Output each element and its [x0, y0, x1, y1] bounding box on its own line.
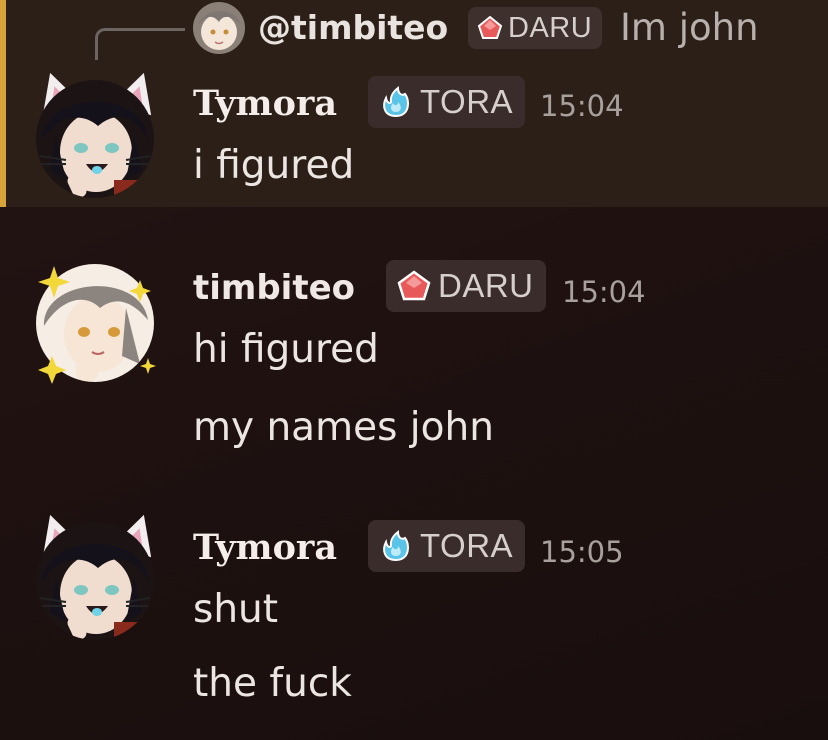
message-text-2a[interactable]: hi figured — [193, 324, 379, 376]
avatar-tymora[interactable] — [31, 66, 163, 200]
username-timbiteo[interactable]: timbiteo — [193, 264, 355, 312]
tag-label: DARU — [438, 267, 534, 304]
red-crystal-icon — [477, 15, 503, 39]
sparkle-icon — [38, 266, 156, 384]
blue-flame-icon — [383, 530, 410, 562]
tag-label: TORA — [420, 527, 514, 564]
timestamp-3: 15:05 — [540, 535, 624, 569]
message-text-3a[interactable]: shut — [193, 584, 278, 636]
reply-tag-label: DARU — [508, 11, 593, 44]
timestamp-2: 15:04 — [562, 275, 646, 309]
message-text-1[interactable]: i figured — [193, 140, 354, 192]
timestamp-1: 15:04 — [540, 89, 624, 123]
role-tag-tora-2[interactable]: TORA — [368, 520, 526, 572]
message-text-3b[interactable]: the fuck — [193, 658, 352, 710]
blue-flame-icon — [383, 86, 410, 118]
role-tag-daru[interactable]: DARU — [386, 260, 546, 312]
avatar-face — [36, 80, 154, 198]
avatar-face — [36, 522, 154, 640]
reply-role-tag[interactable]: DARU — [468, 7, 603, 49]
reply-preview-text[interactable]: Im john — [620, 4, 759, 52]
reply-avatar[interactable] — [193, 2, 245, 54]
tag-label: TORA — [420, 83, 514, 120]
reply-mention[interactable]: @timbiteo — [258, 4, 448, 52]
mention-highlight-bar — [0, 0, 6, 207]
username-tymora-1[interactable]: Tymora — [193, 80, 337, 128]
red-crystal-icon — [397, 270, 431, 301]
message-text-2b[interactable]: my names john — [193, 402, 494, 454]
reply-connector-line — [95, 28, 185, 60]
avatar-tymora[interactable] — [31, 508, 163, 642]
username-tymora-2[interactable]: Tymora — [193, 524, 337, 572]
avatar-timbiteo[interactable] — [32, 260, 160, 388]
role-tag-tora-1[interactable]: TORA — [368, 76, 526, 128]
